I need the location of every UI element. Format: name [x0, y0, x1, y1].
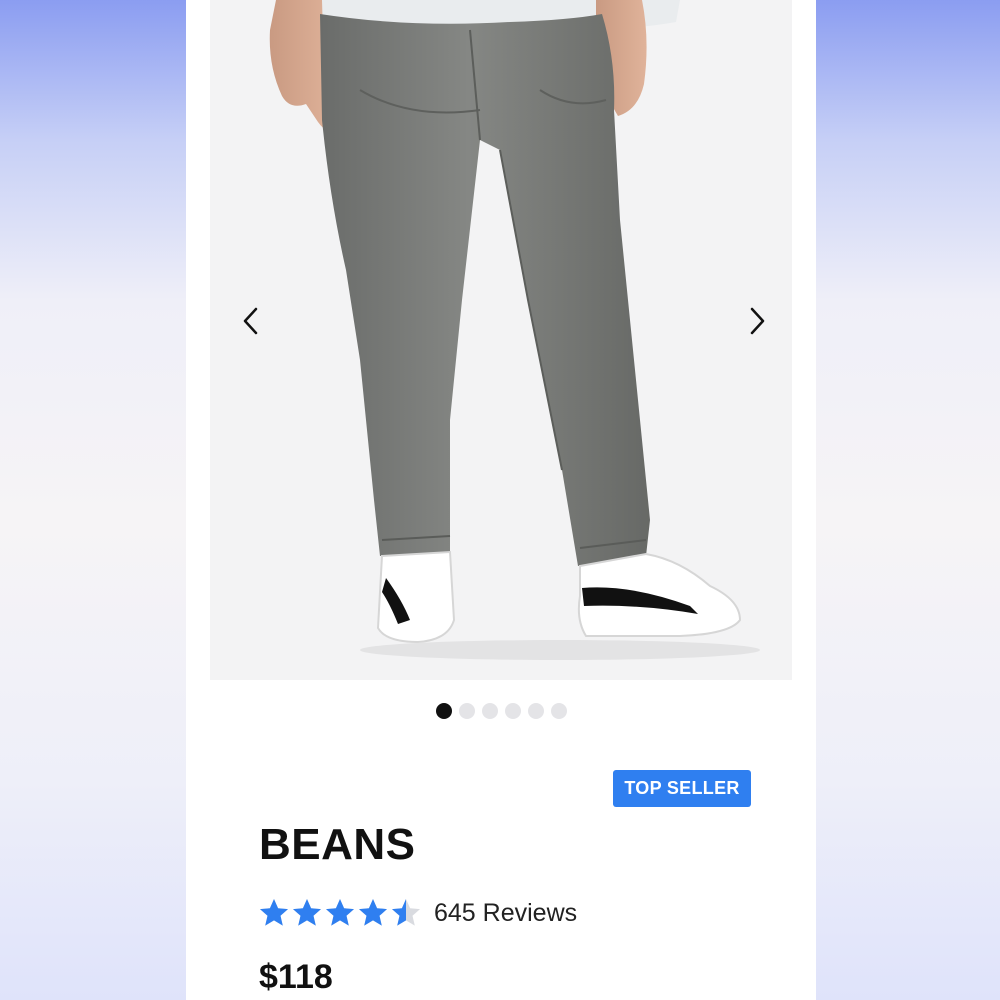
- jeans-photo: [269, 0, 760, 660]
- rating-row[interactable]: 645 Reviews: [258, 895, 577, 931]
- star-rating: [258, 897, 422, 929]
- star-icon: [260, 899, 288, 926]
- prev-image-button[interactable]: [241, 306, 281, 346]
- star-icon: [392, 899, 420, 926]
- chevron-left-icon: [243, 307, 258, 335]
- gallery-dot[interactable]: [482, 703, 498, 719]
- gallery-dot[interactable]: [528, 703, 544, 719]
- gallery-dot[interactable]: [551, 703, 567, 719]
- star-icon: [293, 899, 321, 926]
- star-icon: [359, 899, 387, 926]
- gallery-pagination: [436, 703, 567, 719]
- background-left: [0, 0, 186, 1000]
- next-image-button[interactable]: [747, 306, 787, 346]
- product-title: BEANS: [259, 820, 416, 869]
- background-right: [816, 0, 1000, 1000]
- chevron-right-icon: [750, 307, 765, 335]
- gallery-dot[interactable]: [505, 703, 521, 719]
- top-seller-badge: TOP SELLER: [613, 770, 751, 807]
- product-image[interactable]: [210, 0, 792, 680]
- gallery-dot[interactable]: [459, 703, 475, 719]
- gallery-dot[interactable]: [436, 703, 452, 719]
- review-count[interactable]: 645 Reviews: [434, 899, 577, 928]
- star-icon: [326, 899, 354, 926]
- product-card: TOP SELLER BEANS 645 Reviews $118: [186, 0, 816, 1000]
- product-price: $118: [259, 958, 333, 996]
